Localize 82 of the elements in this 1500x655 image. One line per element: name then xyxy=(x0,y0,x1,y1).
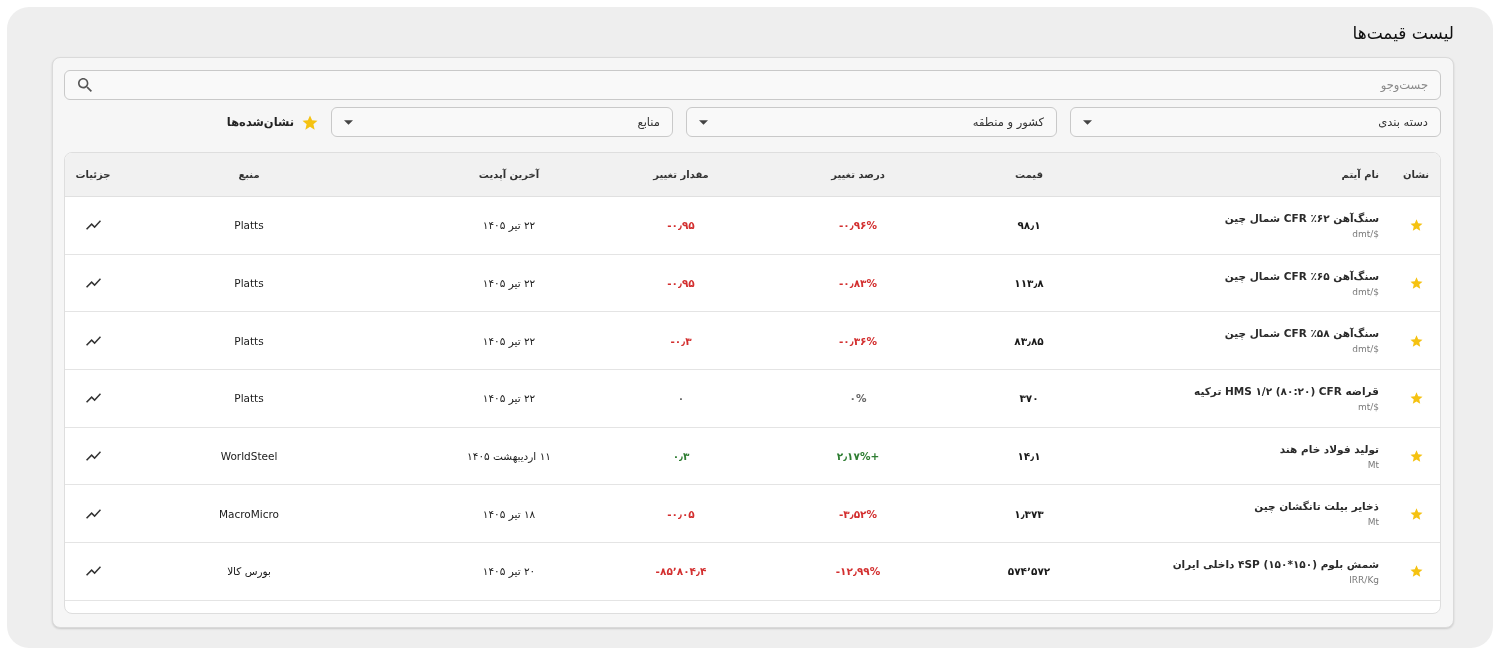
update-date: ۲۲ تیر ۱۴۰۵ xyxy=(482,334,536,347)
column-header: جزئیات xyxy=(75,169,111,180)
bookmarked-filter-button[interactable]: نشان‌شده‌ها xyxy=(226,107,318,137)
price-value: ۳۷۰ xyxy=(1019,392,1039,405)
change-amount: -۰٫۹۵ xyxy=(667,219,695,232)
price-value: ۸۳٫۸۵ xyxy=(1014,334,1044,347)
column-header: درصد تغییر xyxy=(831,169,885,180)
column-header: مقدار تغییر xyxy=(653,169,709,180)
star-icon[interactable] xyxy=(1409,507,1423,520)
unit-label: mt/$ xyxy=(1357,401,1379,412)
change-amount: ۰ xyxy=(677,392,685,405)
star-icon[interactable] xyxy=(1409,565,1423,578)
price-value: ۱۴٫۱ xyxy=(1017,450,1041,463)
unit-label: Mt xyxy=(1367,517,1379,528)
search-field[interactable]: جست‌وجو xyxy=(64,70,1441,100)
filter-dropdown[interactable]: کشور و منطقه xyxy=(686,107,1057,137)
source-name: WorldSteel xyxy=(220,450,278,463)
source-name: Platts xyxy=(234,277,264,290)
item-name: قراضه HMS ۱/۲ (۸۰:۲۰) CFR ترکیه xyxy=(1194,384,1379,397)
trend-line-icon[interactable] xyxy=(85,278,101,289)
percent-change: ۲٫۱۷%+ xyxy=(836,450,880,463)
update-date: ۱۱ اردیبهشت ۱۴۰۵ xyxy=(467,450,551,463)
source-name: Platts xyxy=(234,392,264,405)
trend-line-icon[interactable] xyxy=(85,451,101,462)
percent-change: -۰٫۹۶% xyxy=(838,219,878,232)
price-value: ۱٫۳۷۳ xyxy=(1014,507,1044,520)
change-amount: -۰٫۳ xyxy=(670,334,692,347)
column-header: نشان xyxy=(1402,169,1430,180)
star-icon[interactable] xyxy=(1409,334,1423,347)
update-date: ۲۰ تیر ۱۴۰۵ xyxy=(482,565,536,578)
unit-label: dmt/$ xyxy=(1352,228,1379,239)
percent-change: -۳٫۵۲% xyxy=(838,507,878,520)
star-icon[interactable] xyxy=(1409,450,1423,463)
column-header: نام آیتم xyxy=(1341,169,1379,180)
update-date: ۲۲ تیر ۱۴۰۵ xyxy=(482,219,536,232)
unit-label: dmt/$ xyxy=(1352,344,1379,355)
source-name: MacroMicro xyxy=(219,507,280,520)
change-amount: -۸۵٬۸۰۴٫۴ xyxy=(655,565,707,578)
item-name: شمش بلوم (۱۵۰*۱۵۰) ۴SP داخلی ایران xyxy=(1172,557,1379,570)
page-title: لیست قیمت‌ها xyxy=(1352,22,1454,45)
trend-line-icon[interactable] xyxy=(85,335,101,346)
price-value: ۱۱۳٫۸ xyxy=(1014,277,1044,290)
update-date: ۲۲ تیر ۱۴۰۵ xyxy=(482,392,536,405)
column-header: قیمت xyxy=(1015,169,1043,180)
item-name: تولید فولاد خام هند xyxy=(1279,442,1379,455)
trend-line-icon[interactable] xyxy=(85,220,101,231)
unit-label: dmt/$ xyxy=(1352,286,1379,297)
caret-icon xyxy=(699,119,708,125)
star-icon[interactable] xyxy=(302,114,318,130)
update-date: ۱۸ تیر ۱۴۰۵ xyxy=(482,507,536,520)
percent-change: -۰٫۳۶% xyxy=(838,334,878,347)
source-name: Platts xyxy=(234,334,264,347)
source-name: Platts xyxy=(234,219,264,232)
caret-icon xyxy=(1083,119,1092,125)
star-icon[interactable] xyxy=(1409,219,1423,232)
price-value: ۹۸٫۱ xyxy=(1017,219,1041,232)
percent-change: ۰% xyxy=(849,392,867,405)
trend-line-icon[interactable] xyxy=(85,393,101,404)
change-amount: -۰٫۹۵ xyxy=(667,277,695,290)
search-icon[interactable] xyxy=(78,78,92,92)
price-value: ۵۷۴٬۵۷۲ xyxy=(1007,565,1051,578)
percent-change: -۰٫۸۳% xyxy=(838,277,878,290)
trend-line-icon[interactable] xyxy=(85,566,101,577)
unit-label: IRR/Kg xyxy=(1349,574,1379,585)
item-name: سنگ‌آهن ۶۵٪ CFR شمال چین xyxy=(1224,269,1379,282)
update-date: ۲۲ تیر ۱۴۰۵ xyxy=(482,277,536,290)
column-header: آخرین آپدیت xyxy=(478,169,540,180)
change-amount: -۰٫۰۵ xyxy=(667,507,695,520)
trend-line-icon[interactable] xyxy=(85,508,101,519)
star-icon[interactable] xyxy=(1409,277,1423,290)
filter-dropdown[interactable]: دسته بندی xyxy=(1070,107,1441,137)
item-name: سنگ‌آهن ۶۲٪ CFR شمال چین xyxy=(1224,211,1379,224)
change-amount: ۰٫۳ xyxy=(672,450,690,463)
unit-label: Mt xyxy=(1367,459,1379,470)
percent-change: -۱۲٫۹۹% xyxy=(835,565,881,578)
star-icon[interactable] xyxy=(1409,392,1423,405)
item-name: ذخایر بیلت تانگشان چین xyxy=(1254,500,1379,513)
filter-dropdown[interactable]: منابع xyxy=(331,107,673,137)
source-name: بورس کالا xyxy=(227,565,271,578)
caret-icon xyxy=(344,119,353,125)
item-name: سنگ‌آهن ۵۸٪ CFR شمال چین xyxy=(1224,327,1379,340)
column-header: منبع xyxy=(238,169,260,180)
